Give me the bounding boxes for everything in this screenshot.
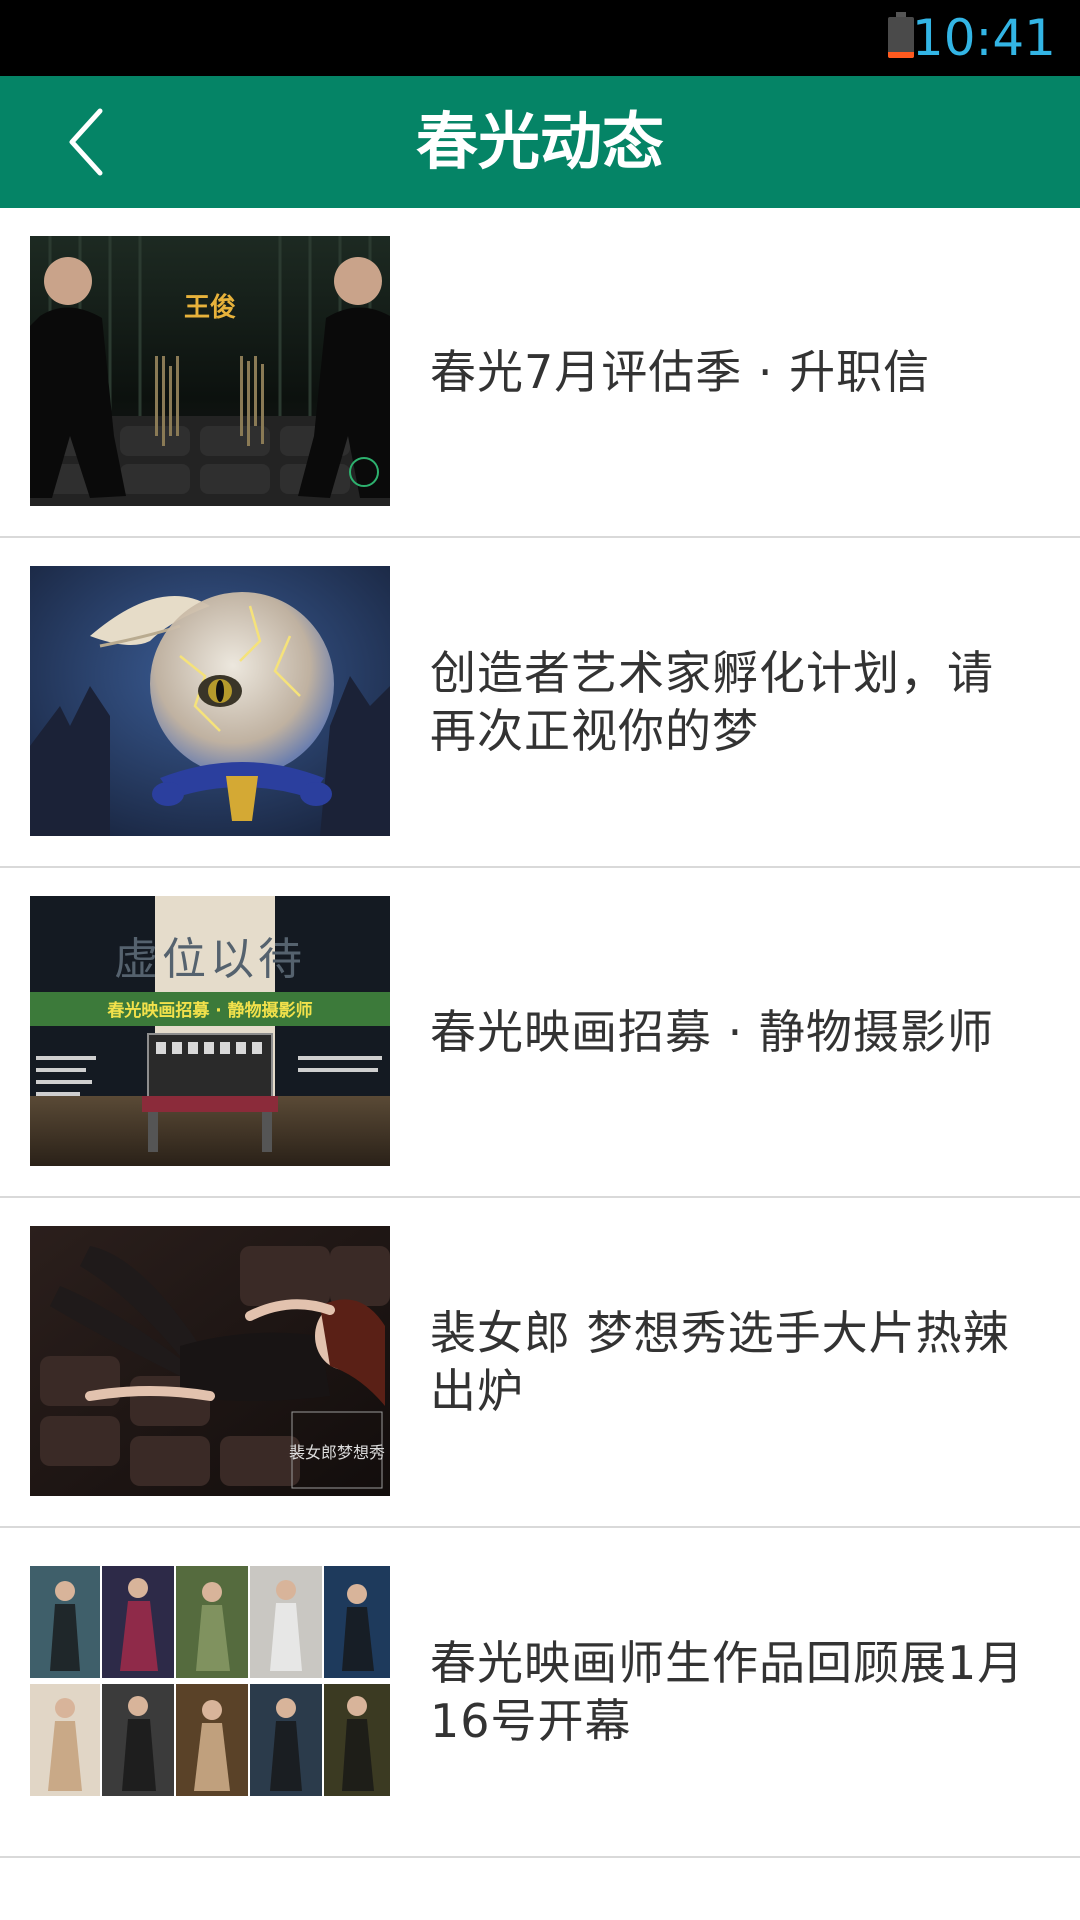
thumbnail-banner: 春光映画招募 · 静物摄影师 [107, 1000, 312, 1021]
news-list: 王俊 春光7月评估季 · 升职信 创造者艺术家孵化计划，请再次正视你的梦 虚位以… [0, 208, 1080, 1858]
battery-icon [888, 12, 914, 58]
news-thumbnail: 虚位以待 春光映画招募 · 静物摄影师 [30, 896, 390, 1166]
news-title: 创造者艺术家孵化计划，请再次正视你的梦 [430, 646, 994, 758]
status-clock: 10:41 [911, 9, 1056, 67]
thumbnail-title: 王俊 [184, 292, 236, 323]
thumbnail-title: 虚位以待 [114, 934, 306, 985]
news-thumbnail [30, 1556, 390, 1826]
thumbnail-logo: 裴女郎梦想秀 [289, 1443, 385, 1462]
news-item[interactable]: 创造者艺术家孵化计划，请再次正视你的梦 [0, 538, 1080, 868]
news-title: 春光映画招募 · 静物摄影师 [430, 1005, 994, 1059]
app-bar: 春光动态 [0, 76, 1080, 208]
news-title: 春光7月评估季 · 升职信 [430, 345, 931, 399]
back-button[interactable] [40, 76, 150, 208]
chevron-left-icon [69, 108, 103, 176]
news-thumbnail: 王俊 [30, 236, 390, 506]
news-item[interactable]: 虚位以待 春光映画招募 · 静物摄影师 春光映画招募 · 静物摄影师 [0, 868, 1080, 1198]
news-title: 裴女郎 梦想秀选手大片热辣出炉 [430, 1306, 1010, 1418]
news-item[interactable]: 裴女郎梦想秀 裴女郎 梦想秀选手大片热辣出炉 [0, 1198, 1080, 1528]
news-title: 春光映画师生作品回顾展1月16号开幕 [430, 1636, 1025, 1748]
page-title: 春光动态 [415, 105, 664, 178]
status-bar: 10:41 [0, 0, 1080, 76]
news-item[interactable]: 春光映画师生作品回顾展1月16号开幕 [0, 1528, 1080, 1858]
news-thumbnail [30, 566, 390, 836]
news-thumbnail: 裴女郎梦想秀 [30, 1226, 390, 1496]
news-item[interactable]: 王俊 春光7月评估季 · 升职信 [0, 208, 1080, 538]
